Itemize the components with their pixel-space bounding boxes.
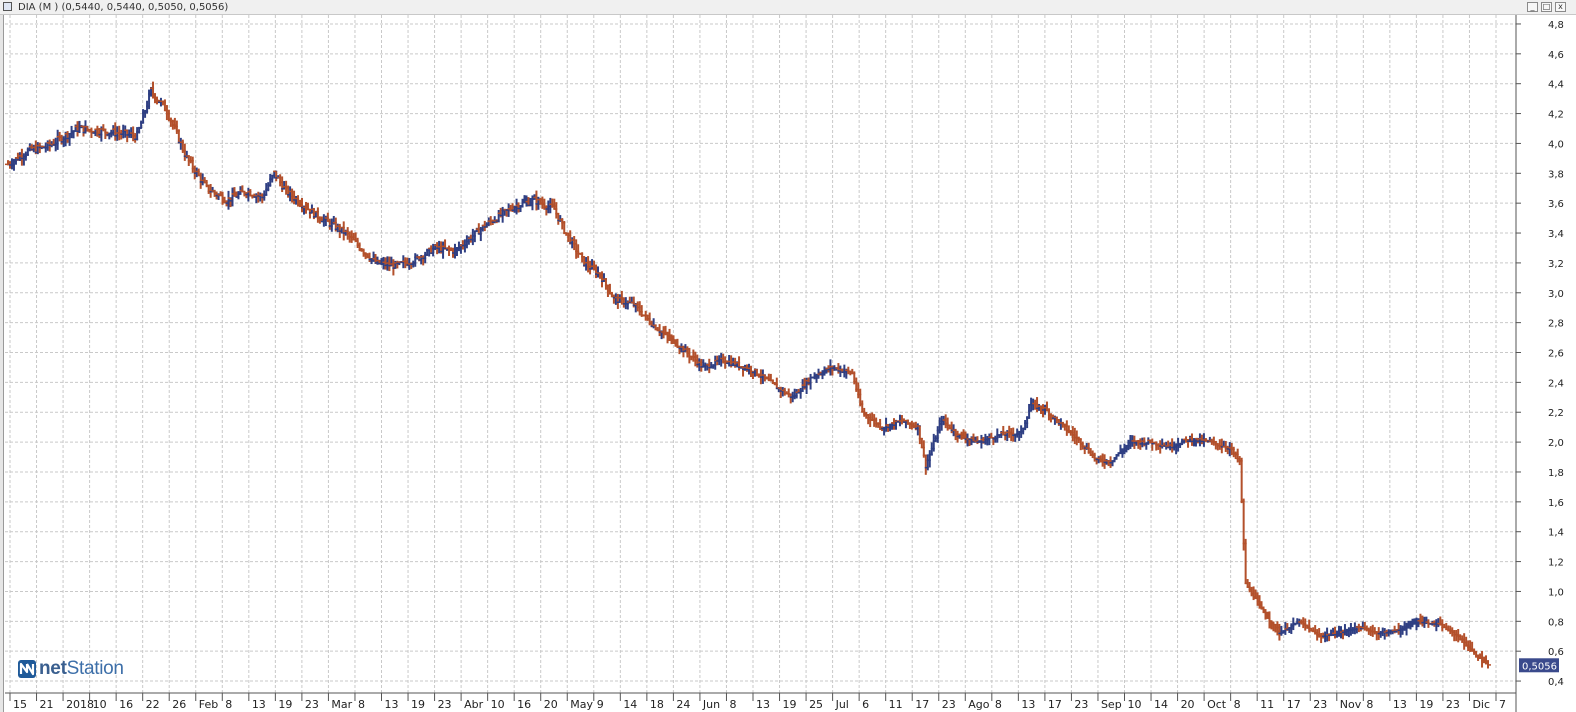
time-axis: 15 21 20 18 10 16 22 26 Feb 8 13 19 23 Mar 8 13 19 23 Abr 1…: [5, 692, 1516, 711]
x-tick-label: 10: [491, 698, 505, 711]
x-tick-label: 24: [676, 698, 690, 711]
netstation-logo-text: netStation: [39, 658, 124, 679]
y-tick-label: 1,2: [1548, 558, 1564, 569]
y-tick-label: 1,0: [1548, 587, 1564, 598]
x-tick-label: 14: [1154, 698, 1168, 711]
y-tick-label: 4,0: [1548, 139, 1564, 150]
x-tick-label: Oct: [1207, 698, 1227, 711]
x-tick-label: Feb: [199, 698, 218, 711]
x-tick-label: 15: [13, 698, 27, 711]
y-tick-label: 2,6: [1548, 349, 1564, 360]
y-tick-label: 2,8: [1548, 319, 1564, 330]
y-tick-label: 0,6: [1548, 647, 1564, 658]
x-tick-label: 20: [544, 698, 558, 711]
chart-window-icon: [3, 2, 12, 11]
x-tick-label: 11: [889, 698, 903, 711]
x-tick-label: 25: [809, 698, 823, 711]
x-tick-label: 8: [729, 698, 736, 711]
window-caption: DIA (M ) (0,5440, 0,5440, 0,5050, 0,5056…: [18, 2, 229, 13]
y-tick-label: 0,4: [1548, 677, 1564, 688]
x-tick-label: 13: [385, 698, 399, 711]
x-tick-label: 8: [358, 698, 365, 711]
y-tick-label: 1,8: [1548, 468, 1564, 479]
x-tick-label: 13: [1393, 698, 1407, 711]
x-tick-label: 8: [225, 698, 232, 711]
x-tick-label: 14: [623, 698, 637, 711]
x-tick-label: Mar: [331, 698, 352, 711]
x-tick-label: 20: [1181, 698, 1195, 711]
x-tick-label: Abr: [464, 698, 484, 711]
x-tick-label: 7: [1499, 698, 1506, 711]
y-tick-label: 4,4: [1548, 80, 1564, 91]
y-tick-label: 4,2: [1548, 110, 1564, 121]
x-tick-label: 23: [438, 698, 452, 711]
x-tick-label: Sep: [1101, 698, 1122, 711]
y-tick-label: 1,4: [1548, 528, 1564, 539]
y-tick-label: 4,8: [1548, 20, 1564, 31]
x-tick-label: 8: [995, 698, 1002, 711]
x-tick-label: 17: [1287, 698, 1301, 711]
minimize-button[interactable]: _: [1527, 2, 1538, 12]
y-tick-label: 3,6: [1548, 199, 1564, 210]
close-button[interactable]: x: [1555, 2, 1566, 12]
x-tick-label: 19: [783, 698, 797, 711]
y-tick-label: 4,6: [1548, 50, 1564, 61]
netstation-logo: netStation: [18, 658, 124, 680]
x-tick-label: 10: [93, 698, 107, 711]
x-tick-label: 26: [172, 698, 186, 711]
x-tick-label: 23: [1446, 698, 1460, 711]
x-tick-label: 18: [650, 698, 664, 711]
x-tick-label: 13: [1021, 698, 1035, 711]
price-axis: 0,4 0,6 0,8 1,0 1,2 1,4 1,6 1,8 2,0 2,2 2,4 2,6 2,8 3…: [1515, 15, 1564, 712]
y-tick-label: 2,2: [1548, 408, 1564, 419]
window-titlebar: DIA (M ) (0,5440, 0,5440, 0,5050, 0,5056…: [0, 0, 1576, 15]
x-tick-label: Jun: [702, 698, 720, 711]
x-tick-label: Jul: [835, 698, 849, 711]
x-tick-label: 13: [756, 698, 770, 711]
x-tick-label: 13: [252, 698, 266, 711]
last-price-marker: 0,5056: [1519, 658, 1559, 673]
netstation-logo-icon: [18, 660, 36, 678]
x-tick-label: May: [570, 698, 593, 711]
y-tick-label: 1,6: [1548, 498, 1564, 509]
x-tick-label: 23: [1313, 698, 1327, 711]
x-tick-label: 23: [305, 698, 319, 711]
x-tick-label: 8: [1366, 698, 1373, 711]
ohlc-series: [5, 81, 1491, 669]
y-tick-label: 3,8: [1548, 169, 1564, 180]
x-tick-label: 9: [597, 698, 604, 711]
y-tick-label: 3,2: [1548, 259, 1564, 270]
x-tick-label: 19: [411, 698, 425, 711]
x-tick-label: 10: [1128, 698, 1142, 711]
y-tick-label: 3,0: [1548, 289, 1564, 300]
x-tick-label: 22: [146, 698, 160, 711]
x-tick-label: 19: [278, 698, 292, 711]
maximize-button[interactable]: □: [1541, 2, 1552, 12]
x-tick-label: Dic: [1472, 698, 1490, 711]
x-tick-label: 11: [1260, 698, 1274, 711]
x-tick-label: 23: [942, 698, 956, 711]
price-chart[interactable]: 0,4 0,6 0,8 1,0 1,2 1,4 1,6 1,8 2,0 2,2 2,4 2,6 2,8 3…: [0, 15, 1576, 712]
y-tick-label: 3,4: [1548, 229, 1564, 240]
y-tick-label: 2,0: [1548, 438, 1564, 449]
x-tick-label: Nov: [1340, 698, 1362, 711]
x-tick-label: Ago: [968, 698, 990, 711]
y-tick-label: 2,4: [1548, 378, 1564, 389]
x-tick-label: 21: [40, 698, 54, 711]
y-tick-label: 0,8: [1548, 617, 1564, 628]
last-price-label: 0,5056: [1522, 661, 1557, 672]
x-tick-label: 16: [119, 698, 133, 711]
x-tick-label: 16: [517, 698, 531, 711]
x-tick-label: 17: [915, 698, 929, 711]
x-tick-label: 23: [1074, 698, 1088, 711]
x-tick-label: 8: [1234, 698, 1241, 711]
x-tick-label: 6: [862, 698, 869, 711]
chart-grid: [5, 15, 1516, 693]
x-tick-label: 17: [1048, 698, 1062, 711]
x-tick-label: 19: [1419, 698, 1433, 711]
